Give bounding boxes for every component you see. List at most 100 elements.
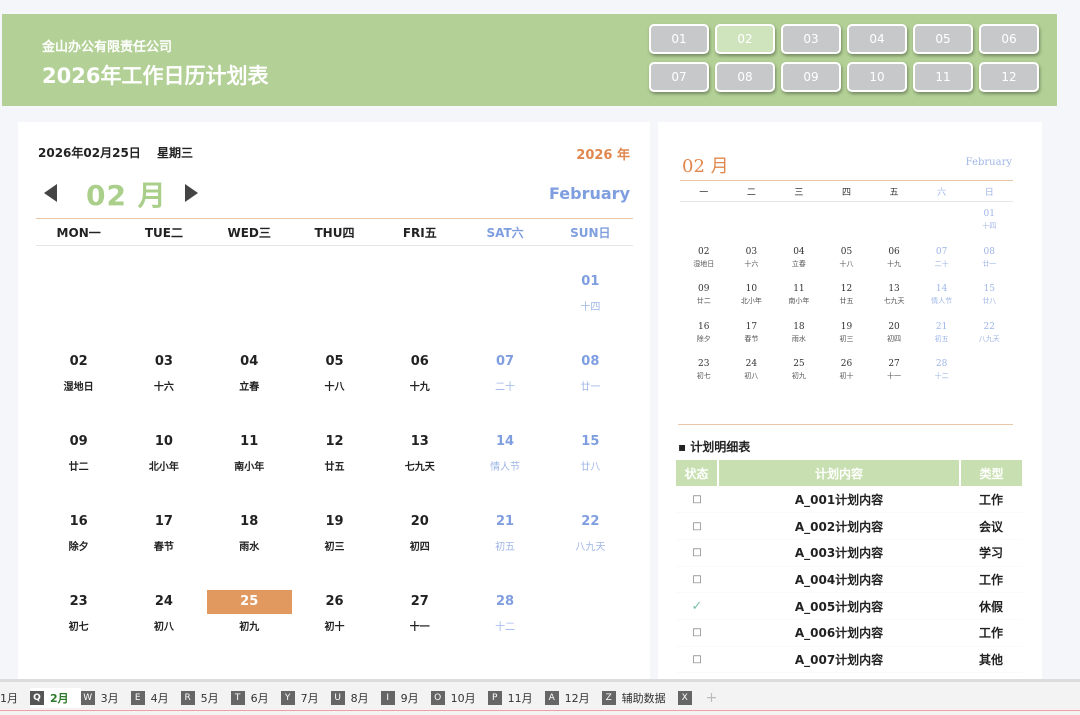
sheet-tab[interactable]: Q 2月 [30,688,81,708]
mini-day-09[interactable]: 09 廿二 [680,283,728,321]
calendar-day-08[interactable]: 08 廿一 [548,350,633,430]
calendar-day-06[interactable]: 06 十九 [377,350,462,430]
mini-day-27[interactable]: 27 十一 [870,358,918,396]
sheet-tab[interactable]: E 4月 [130,688,181,708]
sheet-tab[interactable]: U 8月 [330,688,381,708]
mini-day-22[interactable]: 22 八九天 [965,321,1013,359]
month-button-11[interactable]: 11 [913,62,973,92]
plan-content-cell[interactable]: A_002计划内容 [718,512,960,540]
calendar-day-07[interactable]: 07 二十 [462,350,547,430]
calendar-day-10[interactable]: 10 北小年 [121,430,206,510]
status-checkbox[interactable]: □ [676,539,718,567]
calendar-day-12[interactable]: 12 廿五 [292,430,377,510]
status-checkmark-icon[interactable]: ✓ [676,592,718,620]
calendar-day-15[interactable]: 15 廿八 [548,430,633,510]
calendar-day-24[interactable]: 24 初八 [121,590,206,670]
month-button-04[interactable]: 04 [847,24,907,54]
sheet-tab[interactable]: A 12月 [544,688,602,708]
plan-type-cell[interactable]: 其他 [960,646,1022,674]
month-button-05[interactable]: 05 [913,24,973,54]
month-button-07[interactable]: 07 [649,62,709,92]
calendar-day-26[interactable]: 26 初十 [292,590,377,670]
mini-day-26[interactable]: 26 初十 [823,358,871,396]
plan-type-cell[interactable]: 休假 [960,592,1022,620]
plan-content-cell[interactable]: A_005计划内容 [718,592,960,620]
sheet-tab[interactable]: Y 7月 [280,688,331,708]
month-button-08[interactable]: 08 [715,62,775,92]
status-checkbox[interactable]: □ [676,566,718,594]
sheet-tab[interactable]: 1月 [0,688,30,708]
mini-day-14[interactable]: 14 情人节 [918,283,966,321]
calendar-day-19[interactable]: 19 初三 [292,510,377,590]
sheet-tab[interactable]: I 9月 [380,688,431,708]
plan-content-cell[interactable]: A_001计划内容 [718,486,960,514]
mini-day-06[interactable]: 06 十九 [870,246,918,284]
sheet-tab[interactable]: Z 辅助数据 [601,688,678,708]
status-checkbox[interactable]: □ [676,646,718,674]
next-month-arrow-icon[interactable] [185,184,198,202]
calendar-day-03[interactable]: 03 十六 [121,350,206,430]
status-checkbox[interactable]: □ [676,486,718,514]
mini-day-19[interactable]: 19 初三 [823,321,871,359]
plan-type-cell[interactable]: 学习 [960,539,1022,567]
sheet-tab[interactable]: R 5月 [180,688,231,708]
mini-day-21[interactable]: 21 初五 [918,321,966,359]
mini-day-28[interactable]: 28 十二 [918,358,966,396]
calendar-day-25[interactable]: 25 初九 [206,590,292,670]
status-checkbox[interactable]: □ [676,619,718,647]
month-button-12[interactable]: 12 [979,62,1039,92]
calendar-day-27[interactable]: 27 十一 [377,590,462,670]
mini-day-12[interactable]: 12 廿五 [823,283,871,321]
mini-day-05[interactable]: 05 十八 [823,246,871,284]
sheet-tab[interactable]: W 3月 [80,688,131,708]
calendar-day-13[interactable]: 13 七九天 [377,430,462,510]
mini-day-03[interactable]: 03 十六 [728,246,776,284]
calendar-day-14[interactable]: 14 情人节 [462,430,547,510]
calendar-day-28[interactable]: 28 十二 [462,590,547,670]
calendar-day-20[interactable]: 20 初四 [377,510,462,590]
mini-day-11[interactable]: 11 南小年 [775,283,823,321]
calendar-day-16[interactable]: 16 除夕 [36,510,121,590]
calendar-day-17[interactable]: 17 春节 [121,510,206,590]
mini-day-13[interactable]: 13 七九天 [870,283,918,321]
mini-day-23[interactable]: 23 初七 [680,358,728,396]
mini-day-15[interactable]: 15 廿八 [965,283,1013,321]
sheet-tab[interactable]: P 11月 [487,688,545,708]
calendar-day-09[interactable]: 09 廿二 [36,430,121,510]
month-button-01[interactable]: 01 [649,24,709,54]
mini-day-18[interactable]: 18 雨水 [775,321,823,359]
plan-type-cell[interactable]: 工作 [960,619,1022,647]
sheet-tab[interactable]: O 10月 [430,688,488,708]
plan-type-cell[interactable]: 工作 [960,566,1022,594]
mini-day-10[interactable]: 10 北小年 [728,283,776,321]
plan-type-cell[interactable]: 工作 [960,486,1022,514]
month-button-09[interactable]: 09 [781,62,841,92]
mini-day-02[interactable]: 02 湿地日 [680,246,728,284]
mini-day-24[interactable]: 24 初八 [728,358,776,396]
mini-day-01[interactable]: 01 十四 [965,208,1013,246]
mini-day-25[interactable]: 25 初九 [775,358,823,396]
calendar-day-23[interactable]: 23 初七 [36,590,121,670]
month-button-06[interactable]: 06 [979,24,1039,54]
mini-day-16[interactable]: 16 除夕 [680,321,728,359]
add-sheet-icon[interactable]: + [706,690,718,706]
mini-day-17[interactable]: 17 春节 [728,321,776,359]
calendar-day-01[interactable]: 01 十四 [548,270,633,350]
calendar-day-02[interactable]: 02 湿地日 [36,350,121,430]
sheet-tab[interactable]: T 6月 [230,688,281,708]
mini-day-04[interactable]: 04 立春 [775,246,823,284]
plan-content-cell[interactable]: A_007计划内容 [718,646,960,674]
calendar-day-05[interactable]: 05 十八 [292,350,377,430]
calendar-day-11[interactable]: 11 南小年 [207,430,292,510]
calendar-day-22[interactable]: 22 八九天 [548,510,633,590]
status-checkbox[interactable]: □ [676,512,718,540]
plan-content-cell[interactable]: A_004计划内容 [718,566,960,594]
mini-day-08[interactable]: 08 廿一 [965,246,1013,284]
plan-content-cell[interactable]: A_006计划内容 [718,619,960,647]
plan-type-cell[interactable]: 会议 [960,512,1022,540]
month-button-02[interactable]: 02 [715,24,775,54]
mini-day-07[interactable]: 07 二十 [918,246,966,284]
calendar-day-21[interactable]: 21 初五 [462,510,547,590]
calendar-day-18[interactable]: 18 雨水 [207,510,292,590]
plan-content-cell[interactable]: A_003计划内容 [718,539,960,567]
